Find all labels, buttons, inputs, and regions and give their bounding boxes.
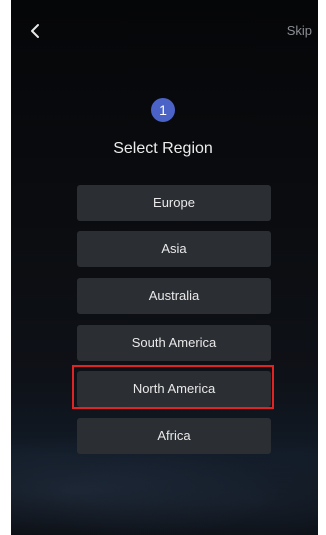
chevron-left-icon [25,20,47,42]
region-button-north-america[interactable]: North America [77,371,271,407]
region-button-asia[interactable]: Asia [77,231,271,267]
skip-button[interactable]: Skip [287,23,312,38]
page-title: Select Region [113,140,213,157]
back-button[interactable] [25,20,47,42]
region-button-australia[interactable]: Australia [77,278,271,314]
region-selection-screen: Skip [11,0,318,535]
region-button-africa[interactable]: Africa [77,418,271,454]
step-number-badge: 1 [151,98,175,122]
region-button-europe[interactable]: Europe [77,185,271,221]
region-button-south-america[interactable]: South America [77,325,271,361]
